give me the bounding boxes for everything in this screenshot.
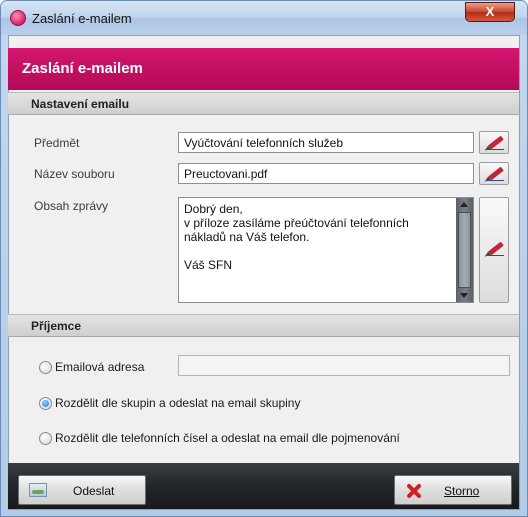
cancel-x-icon <box>405 482 423 500</box>
title-bar[interactable]: Zaslání e-mailem X <box>1 1 527 35</box>
pen-underline <box>486 255 504 256</box>
send-button-label: Odeslat <box>73 484 115 498</box>
close-icon: X <box>485 4 495 19</box>
radio-email-address[interactable] <box>39 361 52 374</box>
cancel-button-label: Storno <box>444 484 480 498</box>
section-header-recipient: Příjemce <box>8 314 519 337</box>
cancel-button[interactable]: Storno <box>394 475 512 505</box>
section-title: Nastavení emailu <box>31 97 130 111</box>
send-button[interactable]: Odeslat <box>18 475 146 505</box>
radio-email-address-label[interactable]: Emailová adresa <box>55 360 144 374</box>
pen-underline <box>486 149 504 150</box>
radio-split-by-groups[interactable] <box>39 397 52 410</box>
subject-label: Předmět <box>34 136 80 150</box>
edit-body-button[interactable] <box>479 197 509 303</box>
filename-label: Název souboru <box>34 167 115 181</box>
banner-title: Zaslání e-mailem <box>22 60 143 77</box>
pen-underline <box>486 180 504 181</box>
window-title: Zaslání e-mailem <box>32 11 132 26</box>
pen-icon <box>488 166 504 181</box>
message-body-text: Dobrý den, v příloze zasíláme přeúčtován… <box>184 202 409 272</box>
pen-icon <box>488 135 504 150</box>
message-body-textarea[interactable]: Dobrý den, v příloze zasíláme přeúčtován… <box>178 197 474 303</box>
send-mail-icon <box>29 483 47 497</box>
radio-split-by-phone-label[interactable]: Rozdělit dle telefonních čísel a odeslat… <box>55 431 400 445</box>
subject-field[interactable]: Vyúčtování telefonních služeb <box>178 132 474 153</box>
header-banner: Zaslání e-mailem <box>8 48 519 90</box>
message-scrollbar[interactable] <box>456 198 473 302</box>
body-label: Obsah zprávy <box>34 199 109 213</box>
scroll-up-icon[interactable] <box>460 202 468 207</box>
radio-split-by-phone[interactable] <box>39 432 52 445</box>
app-icon <box>10 10 26 26</box>
section-header-email-settings: Nastavení emailu <box>8 92 519 115</box>
filename-field[interactable]: Preuctovani.pdf <box>178 163 474 184</box>
email-address-field[interactable] <box>178 355 510 376</box>
scroll-down-icon[interactable] <box>460 293 468 298</box>
edit-filename-button[interactable] <box>479 162 509 185</box>
pen-icon <box>488 241 504 256</box>
section-title: Příjemce <box>31 319 82 333</box>
radio-split-by-groups-label[interactable]: Rozdělit dle skupin a odeslat na email s… <box>55 396 300 410</box>
scroll-thumb[interactable] <box>458 212 471 288</box>
edit-subject-button[interactable] <box>479 131 509 154</box>
close-button[interactable]: X <box>465 2 515 22</box>
